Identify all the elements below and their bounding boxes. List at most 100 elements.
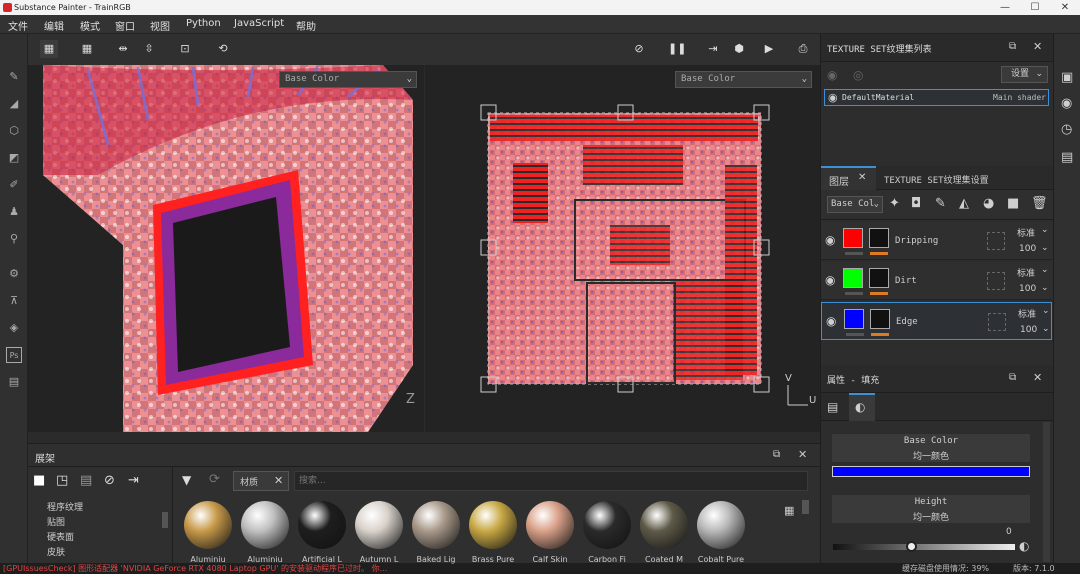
close-panel-icon[interactable]: ✕ xyxy=(1033,371,1042,384)
split-view-icon[interactable]: ⇥ xyxy=(704,40,722,58)
layer-effect-slot[interactable] xyxy=(987,232,1005,250)
viewport-3d[interactable]: Base Color ⌄ Z xyxy=(28,65,424,432)
viewport3d-channel-select[interactable]: Base Color ⌄ xyxy=(279,71,417,88)
base-color-block[interactable]: Base Color 均一颜色 xyxy=(832,434,1030,462)
add-mask-icon[interactable]: ◘ xyxy=(911,196,921,211)
float-panel-icon[interactable]: ⧉ xyxy=(1009,41,1016,52)
camera-icon[interactable]: ▶ xyxy=(760,40,778,58)
tab-layers[interactable]: 图层 ✕ xyxy=(821,166,876,190)
eye-icon[interactable]: ◉ xyxy=(825,233,835,247)
visibility-off-icon[interactable]: ◉ xyxy=(827,68,837,82)
projection-icon[interactable]: ⬡ xyxy=(6,123,22,139)
eye-icon[interactable]: ◉ xyxy=(828,91,838,104)
menu-file[interactable]: 文件 xyxy=(8,18,28,33)
material-thumbnail[interactable] xyxy=(355,501,403,549)
material-thumbnail[interactable] xyxy=(469,501,517,549)
category-skin[interactable]: 皮肤 xyxy=(47,545,65,558)
display-settings-icon[interactable]: ▣ xyxy=(1061,70,1073,85)
chevron-down-icon[interactable]: ⌄ xyxy=(1041,243,1049,253)
symmetry-x-icon[interactable]: ⇹ xyxy=(114,40,132,58)
pause-icon[interactable]: ❚❚ xyxy=(668,40,686,58)
layer-color-thumbnail[interactable] xyxy=(844,309,864,329)
new-folder-icon[interactable]: ◳ xyxy=(56,473,68,488)
chevron-down-icon[interactable]: ⌄ xyxy=(1042,324,1050,334)
menu-mode[interactable]: 模式 xyxy=(80,18,100,33)
base-color-swatch[interactable] xyxy=(832,466,1030,477)
magic-wand-icon[interactable]: ✦ xyxy=(889,196,900,211)
paint-brush-icon[interactable]: ✎ xyxy=(6,69,22,85)
viewport-2d[interactable]: Base Color ⌄ V U xyxy=(425,65,820,432)
layer-opacity[interactable]: 100 xyxy=(1019,244,1036,254)
export-icon[interactable]: ▤ xyxy=(6,374,22,390)
grid-options-icon[interactable]: ▦ xyxy=(78,40,96,58)
menu-view[interactable]: 视图 xyxy=(150,18,170,33)
layer-opacity[interactable]: 100 xyxy=(1020,325,1037,335)
layer-mask-thumbnail[interactable] xyxy=(869,268,889,288)
layer-blend-mode[interactable]: 标准 xyxy=(1018,307,1036,320)
eye-icon[interactable]: ◎ xyxy=(853,68,863,82)
material-thumbnail[interactable] xyxy=(583,501,631,549)
float-panel-icon[interactable]: ⧉ xyxy=(1009,372,1016,383)
layer-settings-icon[interactable]: ▤ xyxy=(827,400,838,414)
close-tab-icon[interactable]: ✕ xyxy=(858,172,866,183)
chevron-down-icon[interactable]: ⌄ xyxy=(1041,265,1049,275)
hide-icon[interactable]: ⊘ xyxy=(630,40,648,58)
screenshot-icon[interactable]: ⎙ xyxy=(794,40,812,58)
float-panel-icon[interactable]: ⧉ xyxy=(773,449,780,460)
material-thumbnail[interactable] xyxy=(184,501,232,549)
layer-color-thumbnail[interactable] xyxy=(843,228,863,248)
filter-tag-chip[interactable]: 材质 ✕ xyxy=(233,471,289,491)
layer-effect-slot[interactable] xyxy=(987,272,1005,290)
add-folder-icon[interactable]: ■ xyxy=(1007,196,1019,211)
category-textures[interactable]: 贴图 xyxy=(47,515,65,528)
category-procedurals[interactable]: 程序纹理 xyxy=(47,500,83,513)
layer-row[interactable]: ◉ Dripping 标准 ⌄ 100 ⌄ xyxy=(821,222,1052,260)
eye-icon[interactable]: ◉ xyxy=(826,314,836,328)
layer-blend-mode[interactable]: 标准 xyxy=(1017,226,1035,239)
viewport2d-channel-select[interactable]: Base Color ⌄ xyxy=(675,71,812,88)
chevron-down-icon[interactable]: ⌄ xyxy=(1041,225,1049,235)
polygon-fill-icon[interactable]: ◩ xyxy=(6,150,22,166)
texture-set-settings-dropdown[interactable]: 设置 ⌄ xyxy=(1001,66,1048,83)
smart-material-icon[interactable]: ◕ xyxy=(983,196,994,211)
remove-tag-icon[interactable]: ✕ xyxy=(274,474,283,487)
grid-size-icon[interactable]: ▦ xyxy=(784,504,794,517)
shader-settings-icon[interactable]: ◉ xyxy=(1061,96,1072,111)
height-slider-handle[interactable] xyxy=(905,541,917,552)
height-block[interactable]: Height 均一颜色 xyxy=(832,495,1030,523)
add-fill-layer-icon[interactable]: ◭ xyxy=(959,196,969,211)
layer-row[interactable]: ◉ Edge 标准 ⌄ 100 ⌄ xyxy=(821,302,1052,340)
frame-icon[interactable]: ⊡ xyxy=(176,40,194,58)
material-thumbnail[interactable] xyxy=(412,501,460,549)
grid-view-icon[interactable]: ▦ xyxy=(40,40,58,58)
material-thumbnail[interactable] xyxy=(526,501,574,549)
log-icon[interactable]: ▤ xyxy=(1061,150,1073,165)
reset-view-icon[interactable]: ⟲ xyxy=(214,40,232,58)
layer-mask-thumbnail[interactable] xyxy=(870,309,890,329)
category-scrollbar[interactable] xyxy=(162,512,168,528)
close-window-button[interactable]: ✕ xyxy=(1050,0,1080,15)
properties-scrollbar[interactable] xyxy=(1043,422,1050,562)
filter-icon[interactable]: ▼ xyxy=(182,473,191,487)
clone-icon[interactable]: ♟ xyxy=(6,204,22,220)
eraser-icon[interactable]: ◢ xyxy=(6,96,22,112)
shelf-scrollbar[interactable] xyxy=(802,500,809,514)
menu-python[interactable]: Python xyxy=(186,18,221,29)
measure-icon[interactable]: ⊼ xyxy=(6,293,22,309)
material-tab[interactable]: ◐ xyxy=(849,393,875,421)
chevron-down-icon[interactable]: ⌄ xyxy=(1041,283,1049,293)
layer-color-thumbnail[interactable] xyxy=(843,268,863,288)
maximize-button[interactable]: ☐ xyxy=(1020,0,1050,15)
layer-mask-thumbnail[interactable] xyxy=(869,228,889,248)
close-panel-icon[interactable]: ✕ xyxy=(1033,40,1042,53)
eye-icon[interactable]: ◉ xyxy=(825,273,835,287)
menu-edit[interactable]: 编辑 xyxy=(44,18,64,33)
bake-icon[interactable]: ⚙ xyxy=(6,266,22,282)
texture-set-row[interactable]: ◉ DefaultMaterial Main shader xyxy=(824,89,1049,106)
menu-help[interactable]: 帮助 xyxy=(296,18,316,33)
close-shelf-icon[interactable]: ✕ xyxy=(798,448,807,461)
material-thumbnail[interactable] xyxy=(697,501,745,549)
photoshop-icon[interactable]: Ps xyxy=(6,347,22,363)
layers-stack-icon[interactable]: ◈ xyxy=(6,320,22,336)
layer-channel-select[interactable]: Base Col ⌄ xyxy=(827,196,883,213)
